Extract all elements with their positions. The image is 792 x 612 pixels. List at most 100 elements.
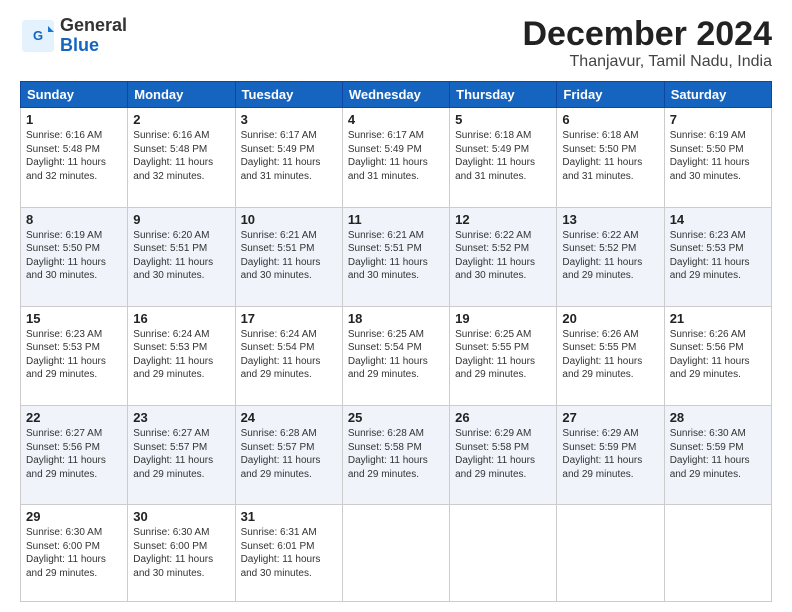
day-number: 14 (670, 212, 766, 227)
calendar-cell: 5Sunrise: 6:18 AM Sunset: 5:49 PM Daylig… (450, 108, 557, 207)
svg-text:G: G (33, 28, 43, 43)
calendar-cell: 31 Sunrise: 6:31 AM Sunset: 6:01 PM Dayli… (235, 505, 342, 602)
day-info: Sunrise: 6:23 AM Sunset: 5:53 PM Dayligh… (670, 229, 766, 283)
logo-general: General (60, 15, 127, 35)
calendar-table: SundayMondayTuesdayWednesdayThursdayFrid… (20, 81, 772, 602)
title-area: December 2024 Thanjavur, Tamil Nadu, Ind… (522, 16, 772, 71)
day-info: Sunrise: 6:21 AM Sunset: 5:51 PM Dayligh… (348, 229, 444, 283)
day-number: 1 (26, 112, 122, 127)
day-info: Sunrise: 6:30 AM Sunset: 6:00 PM Dayligh… (133, 526, 229, 580)
calendar-cell: 11 Sunrise: 6:21 AM Sunset: 5:51 PM Dayli… (342, 207, 449, 306)
day-info: Sunrise: 6:28 AM Sunset: 5:57 PM Dayligh… (241, 427, 337, 481)
day-number: 2 (133, 112, 229, 127)
calendar-cell: 26 Sunrise: 6:29 AM Sunset: 5:58 PM Dayli… (450, 406, 557, 505)
day-number: 22 (26, 410, 122, 425)
calendar-cell: 7Sunrise: 6:19 AM Sunset: 5:50 PM Daylig… (664, 108, 771, 207)
calendar-cell: 16 Sunrise: 6:24 AM Sunset: 5:53 PM Dayli… (128, 306, 235, 405)
weekday-header: Friday (557, 82, 664, 108)
day-number: 5 (455, 112, 551, 127)
calendar-cell: 25 Sunrise: 6:28 AM Sunset: 5:58 PM Dayli… (342, 406, 449, 505)
weekday-header: Thursday (450, 82, 557, 108)
day-info: Sunrise: 6:25 AM Sunset: 5:55 PM Dayligh… (455, 328, 551, 382)
calendar-cell: 18Sunrise: 6:25 AM Sunset: 5:54 PM Dayli… (342, 306, 449, 405)
day-info: Sunrise: 6:22 AM Sunset: 5:52 PM Dayligh… (562, 229, 658, 283)
day-info: Sunrise: 6:18 AM Sunset: 5:50 PM Dayligh… (562, 129, 658, 183)
day-number: 23 (133, 410, 229, 425)
day-info: Sunrise: 6:17 AM Sunset: 5:49 PM Dayligh… (348, 129, 444, 183)
day-info: Sunrise: 6:23 AM Sunset: 5:53 PM Dayligh… (26, 328, 122, 382)
calendar-cell: 8 Sunrise: 6:19 AM Sunset: 5:50 PM Daylig… (21, 207, 128, 306)
day-info: Sunrise: 6:27 AM Sunset: 5:56 PM Dayligh… (26, 427, 122, 481)
day-info: Sunrise: 6:16 AM Sunset: 5:48 PM Dayligh… (26, 129, 122, 183)
calendar-cell: 10Sunrise: 6:21 AM Sunset: 5:51 PM Dayli… (235, 207, 342, 306)
calendar-cell: 19 Sunrise: 6:25 AM Sunset: 5:55 PM Dayli… (450, 306, 557, 405)
day-info: Sunrise: 6:16 AM Sunset: 5:48 PM Dayligh… (133, 129, 229, 183)
day-info: Sunrise: 6:24 AM Sunset: 5:54 PM Dayligh… (241, 328, 337, 382)
day-number: 8 (26, 212, 122, 227)
calendar-cell: 13 Sunrise: 6:22 AM Sunset: 5:52 PM Dayli… (557, 207, 664, 306)
day-number: 3 (241, 112, 337, 127)
day-number: 13 (562, 212, 658, 227)
calendar-cell (342, 505, 449, 602)
weekday-header: Tuesday (235, 82, 342, 108)
calendar-cell: 14 Sunrise: 6:23 AM Sunset: 5:53 PM Dayli… (664, 207, 771, 306)
header: G General Blue December 2024 Thanjavur, … (20, 16, 772, 71)
calendar-cell: 20 Sunrise: 6:26 AM Sunset: 5:55 PM Dayli… (557, 306, 664, 405)
day-number: 30 (133, 509, 229, 524)
day-info: Sunrise: 6:26 AM Sunset: 5:55 PM Dayligh… (562, 328, 658, 382)
day-info: Sunrise: 6:21 AM Sunset: 5:51 PM Dayligh… (241, 229, 337, 283)
day-number: 19 (455, 311, 551, 326)
day-number: 6 (562, 112, 658, 127)
day-info: Sunrise: 6:19 AM Sunset: 5:50 PM Dayligh… (670, 129, 766, 183)
calendar-cell (664, 505, 771, 602)
weekday-header: Wednesday (342, 82, 449, 108)
weekday-header: Sunday (21, 82, 128, 108)
day-info: Sunrise: 6:29 AM Sunset: 5:58 PM Dayligh… (455, 427, 551, 481)
day-number: 17 (241, 311, 337, 326)
day-number: 24 (241, 410, 337, 425)
calendar-cell: 22 Sunrise: 6:27 AM Sunset: 5:56 PM Dayli… (21, 406, 128, 505)
day-info: Sunrise: 6:31 AM Sunset: 6:01 PM Dayligh… (241, 526, 337, 580)
day-number: 9 (133, 212, 229, 227)
calendar-cell: 9Sunrise: 6:20 AM Sunset: 5:51 PM Daylig… (128, 207, 235, 306)
calendar-cell: 2 Sunrise: 6:16 AM Sunset: 5:48 PM Daylig… (128, 108, 235, 207)
day-info: Sunrise: 6:25 AM Sunset: 5:54 PM Dayligh… (348, 328, 444, 382)
calendar-cell: 21Sunrise: 6:26 AM Sunset: 5:56 PM Dayli… (664, 306, 771, 405)
calendar-page: G General Blue December 2024 Thanjavur, … (0, 0, 792, 612)
calendar-cell (557, 505, 664, 602)
day-number: 31 (241, 509, 337, 524)
logo-blue: Blue (60, 35, 99, 55)
calendar-cell: 23 Sunrise: 6:27 AM Sunset: 5:57 PM Dayli… (128, 406, 235, 505)
weekday-header: Monday (128, 82, 235, 108)
day-info: Sunrise: 6:19 AM Sunset: 5:50 PM Dayligh… (26, 229, 122, 283)
day-info: Sunrise: 6:24 AM Sunset: 5:53 PM Dayligh… (133, 328, 229, 382)
day-number: 12 (455, 212, 551, 227)
calendar-cell: 17 Sunrise: 6:24 AM Sunset: 5:54 PM Dayli… (235, 306, 342, 405)
day-info: Sunrise: 6:17 AM Sunset: 5:49 PM Dayligh… (241, 129, 337, 183)
day-info: Sunrise: 6:27 AM Sunset: 5:57 PM Dayligh… (133, 427, 229, 481)
day-info: Sunrise: 6:22 AM Sunset: 5:52 PM Dayligh… (455, 229, 551, 283)
calendar-cell: 1 Sunrise: 6:16 AM Sunset: 5:48 PM Daylig… (21, 108, 128, 207)
calendar-cell: 12 Sunrise: 6:22 AM Sunset: 5:52 PM Dayli… (450, 207, 557, 306)
location: Thanjavur, Tamil Nadu, India (522, 53, 772, 71)
day-number: 20 (562, 311, 658, 326)
calendar-cell: 3 Sunrise: 6:17 AM Sunset: 5:49 PM Daylig… (235, 108, 342, 207)
day-number: 11 (348, 212, 444, 227)
day-number: 21 (670, 311, 766, 326)
logo-icon: G (20, 18, 56, 54)
day-number: 15 (26, 311, 122, 326)
day-info: Sunrise: 6:30 AM Sunset: 5:59 PM Dayligh… (670, 427, 766, 481)
month-title: December 2024 (522, 16, 772, 53)
calendar-cell: 6 Sunrise: 6:18 AM Sunset: 5:50 PM Daylig… (557, 108, 664, 207)
day-info: Sunrise: 6:30 AM Sunset: 6:00 PM Dayligh… (26, 526, 122, 580)
day-number: 28 (670, 410, 766, 425)
day-info: Sunrise: 6:28 AM Sunset: 5:58 PM Dayligh… (348, 427, 444, 481)
day-info: Sunrise: 6:29 AM Sunset: 5:59 PM Dayligh… (562, 427, 658, 481)
day-number: 25 (348, 410, 444, 425)
calendar-cell (450, 505, 557, 602)
day-number: 16 (133, 311, 229, 326)
logo: G General Blue (20, 16, 127, 56)
weekday-header: Saturday (664, 82, 771, 108)
calendar-cell: 30 Sunrise: 6:30 AM Sunset: 6:00 PM Dayli… (128, 505, 235, 602)
day-number: 26 (455, 410, 551, 425)
